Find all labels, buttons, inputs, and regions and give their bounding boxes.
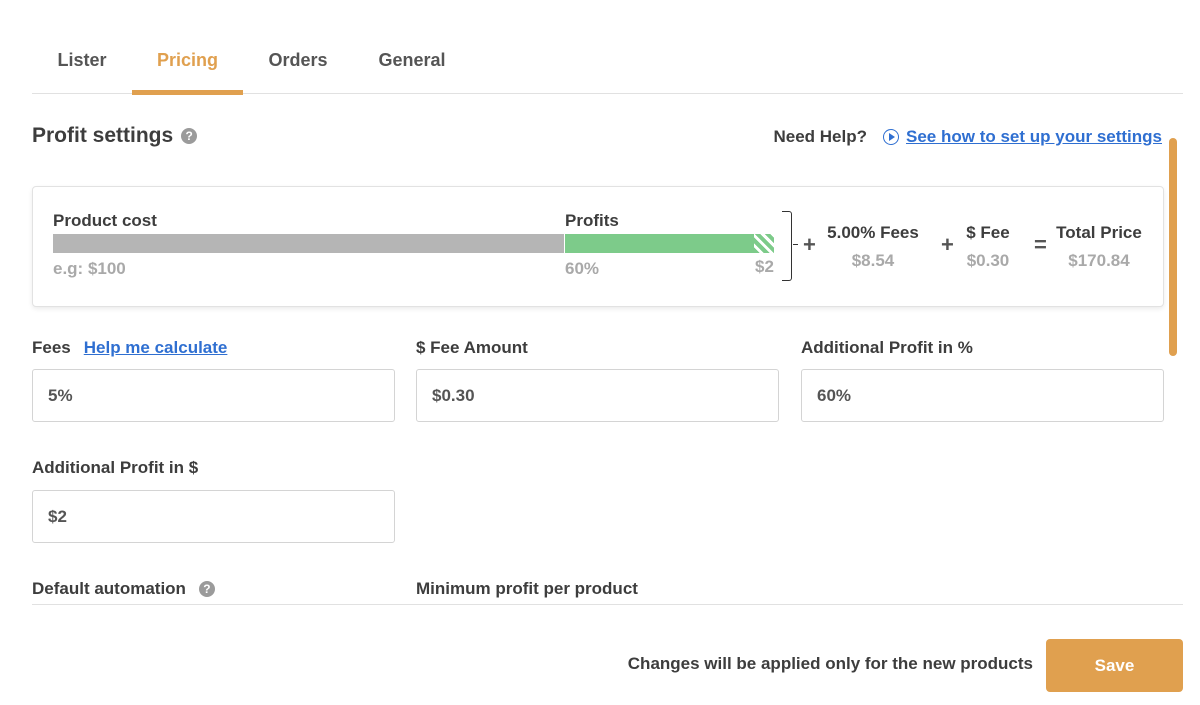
plus-operator: + [803,232,816,257]
profits-dollar-value: $2 [755,257,774,276]
fees-field-label: Fees Help me calculate [32,338,227,358]
plus-operator-2: + [941,232,954,257]
changes-note: Changes will be applied only for the new… [627,654,1033,673]
product-cost-example: e.g: $100 [53,259,126,278]
additional-profit-dollar-input[interactable] [32,490,395,543]
help-me-calculate-link[interactable]: Help me calculate [84,338,228,358]
fee-amount-label: $ Fee Amount [416,338,528,357]
fee-value: $0.30 [966,251,1010,270]
profits-percent-value: 60% [565,259,600,278]
play-circle-icon[interactable] [883,129,900,145]
tab-pricing[interactable]: Pricing [132,32,243,95]
need-help-label: Need Help? [773,127,868,146]
help-row: Need Help? See how to set up your settin… [773,127,1162,147]
profit-dollar-bar [754,234,774,253]
fees-input[interactable] [32,369,395,422]
question-icon-2[interactable]: ? [198,581,215,597]
profit-percent-bar [565,234,754,253]
footer-divider [32,604,1183,605]
tab-general[interactable]: General [353,32,471,94]
default-automation-text: Default automation [32,579,186,598]
bracket-divider [782,211,792,281]
setup-help-link[interactable]: See how to set up your settings [906,127,1162,147]
additional-profit-dollar-label: Additional Profit in $ [32,458,199,477]
save-button[interactable]: Save [1046,639,1183,692]
profits-label: Profits [565,211,619,230]
product-cost-label: Product cost [53,211,157,230]
settings-tabs: Lister Pricing Orders General [32,32,1183,95]
fees-value: $8.54 [851,251,895,270]
minimum-profit-label: Minimum profit per product [416,579,638,598]
page-title: Profit settings [32,124,174,147]
bracket-tick [793,244,798,245]
tab-lister[interactable]: Lister [32,32,132,94]
equals-operator: = [1034,232,1047,257]
tab-orders[interactable]: Orders [243,32,353,94]
additional-profit-percent-input[interactable] [801,369,1164,422]
total-price-label: Total Price [1056,223,1142,242]
product-cost-bar [53,234,564,253]
question-icon[interactable]: ? [181,128,198,144]
scrollbar-thumb[interactable] [1169,138,1177,356]
fees-label-text: Fees [32,338,71,357]
price-breakdown-card: Product cost Profits e.g: $100 60% $2 + … [32,186,1164,307]
profit-settings-header: Profit settings ? [32,124,198,148]
additional-profit-percent-label: Additional Profit in % [801,338,973,357]
fee-amount-input[interactable] [416,369,779,422]
fee-label: $ Fee [966,223,1010,242]
total-price-value: $170.84 [1068,251,1130,270]
default-automation-label: Default automation ? [32,579,215,599]
fees-label: 5.00% Fees [827,223,919,242]
